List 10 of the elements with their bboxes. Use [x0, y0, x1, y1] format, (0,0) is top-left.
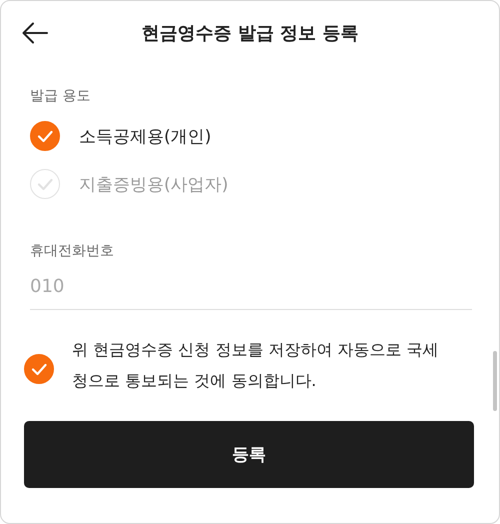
back-arrow-icon[interactable]	[22, 22, 48, 44]
option-label[interactable]: 소득공제용(개인)	[79, 124, 212, 148]
register-button[interactable]: 등록	[24, 421, 474, 488]
agreement-checkbox[interactable]	[24, 354, 54, 384]
radio-button[interactable]	[30, 121, 60, 151]
scrollbar[interactable]	[493, 351, 497, 411]
agreement-text: 위 현금영수증 신청 정보를 저장하여 자동으로 국세청으로 통보되는 것에 동의합니다.	[72, 339, 440, 392]
section-label: 발급 용도	[30, 87, 92, 105]
page-title: 현금영수증 발급 정보 등록	[140, 22, 360, 45]
field-label: 휴대전화번호	[30, 242, 115, 260]
